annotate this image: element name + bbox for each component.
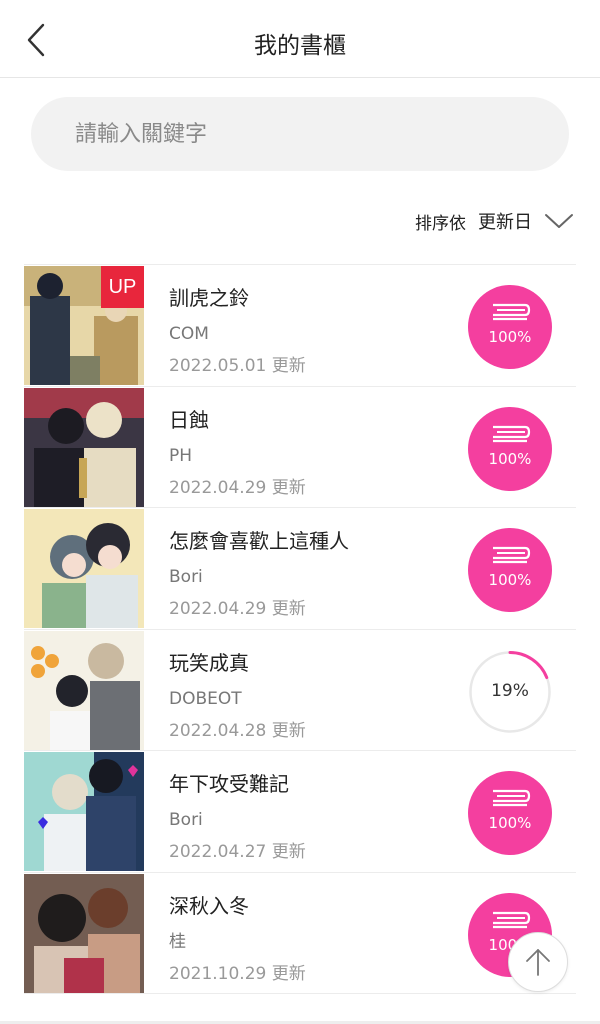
read-progress[interactable]: 100% (468, 771, 552, 855)
bookshelf-list: UP 訓虎之鈴 COM 2022.05.01 更新 100% 日蝕 PH 202… (24, 264, 576, 994)
book-update-date: 2022.05.01 更新 (169, 356, 306, 376)
book-cover[interactable] (24, 752, 144, 871)
progress-percent: 19% (491, 680, 529, 701)
chevron-down-icon (545, 214, 573, 228)
top-bar: 我的書櫃 (0, 0, 600, 78)
progress-percent: 100% (488, 814, 532, 832)
arrow-up-icon (526, 949, 550, 976)
sort-dropdown[interactable]: 排序依 更新日 (415, 206, 574, 236)
book-cover[interactable] (24, 630, 144, 750)
book-title: 怎麼會喜歡上這種人 (169, 529, 349, 553)
book-info: 深秋入冬 桂 2021.10.29 更新 (169, 891, 306, 985)
book-author: Bori (169, 810, 203, 830)
book-cover[interactable] (24, 387, 144, 507)
book-info: 年下攻受難記 Bori 2022.04.27 更新 (169, 769, 306, 863)
book-update-date: 2022.04.29 更新 (169, 599, 306, 619)
progress-percent: 100% (488, 449, 532, 468)
book-author: COM (169, 324, 209, 344)
book-update-date: 2022.04.27 更新 (169, 842, 306, 862)
read-progress[interactable]: 19% (468, 650, 552, 734)
open-book-icon (493, 546, 531, 564)
book-author: Bori (169, 567, 203, 587)
read-progress[interactable]: 100% (468, 285, 552, 369)
book-info: 日蝕 PH 2022.04.29 更新 (169, 405, 306, 499)
book-title: 玩笑成真 (169, 650, 249, 675)
book-info: 怎麼會喜歡上這種人 Bori 2022.04.29 更新 (169, 526, 349, 620)
book-info: 玩笑成真 DOBEOT 2022.04.28 更新 (169, 648, 306, 742)
book-title: 深秋入冬 (169, 893, 249, 918)
book-author: 桂 (169, 931, 186, 952)
book-info: 訓虎之鈴 COM 2022.05.01 更新 (169, 283, 306, 377)
book-item[interactable]: 日蝕 PH 2022.04.29 更新 100% (24, 387, 576, 508)
read-progress[interactable]: 100% (468, 406, 552, 491)
sort-value: 更新日 (478, 212, 532, 233)
search-input[interactable] (75, 121, 515, 147)
scroll-to-top-button[interactable] (508, 932, 568, 992)
book-item[interactable]: 玩笑成真 DOBEOT 2022.04.28 更新 19% (24, 630, 576, 751)
sort-label: 排序依 (415, 213, 466, 234)
open-book-icon (493, 789, 531, 807)
book-item[interactable]: UP 訓虎之鈴 COM 2022.05.01 更新 100% (24, 265, 576, 387)
page-title: 我的書櫃 (254, 33, 346, 59)
book-cover[interactable] (24, 509, 144, 628)
search-bar[interactable] (31, 97, 569, 171)
open-book-icon (493, 425, 531, 442)
read-progress[interactable]: 100% (468, 528, 552, 612)
up-badge: UP (101, 266, 144, 308)
book-author: DOBEOT (169, 688, 242, 709)
progress-percent: 100% (488, 571, 532, 589)
book-update-date: 2022.04.28 更新 (169, 720, 306, 741)
book-author: PH (169, 445, 193, 466)
book-update-date: 2021.10.29 更新 (169, 963, 306, 984)
book-title: 日蝕 (169, 407, 209, 432)
book-title: 訓虎之鈴 (169, 286, 249, 310)
book-item[interactable]: 年下攻受難記 Bori 2022.04.27 更新 100% (24, 751, 576, 873)
open-book-icon (493, 303, 531, 321)
book-update-date: 2022.04.29 更新 (169, 477, 306, 498)
book-cover[interactable]: UP (24, 266, 144, 385)
book-item[interactable]: 深秋入冬 桂 2021.10.29 更新 100% (24, 873, 576, 994)
open-book-icon (493, 911, 531, 928)
book-cover[interactable] (24, 873, 144, 993)
book-title: 年下攻受難記 (169, 772, 289, 796)
progress-percent: 100% (488, 328, 532, 346)
book-item[interactable]: 怎麼會喜歡上這種人 Bori 2022.04.29 更新 100% (24, 508, 576, 630)
